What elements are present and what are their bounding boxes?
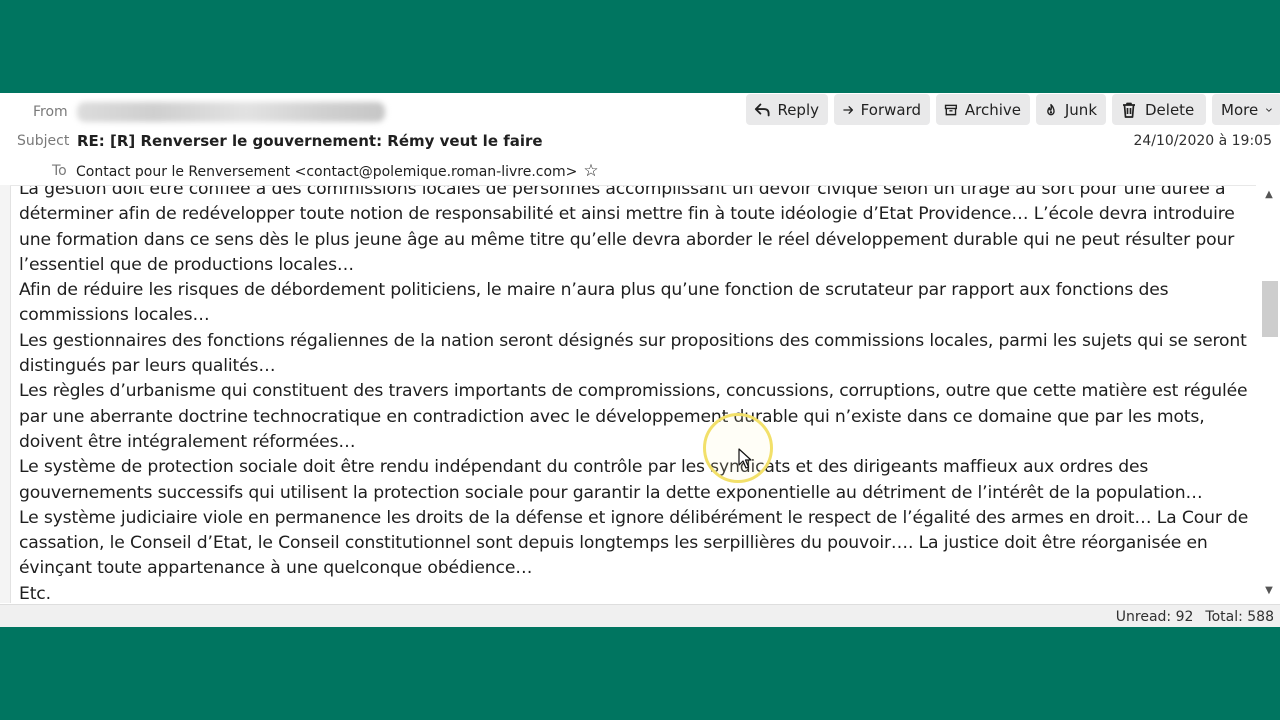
body-scrollbar[interactable]: ▲ ▼ [1259,185,1280,603]
reply-label: Reply [777,100,819,119]
archive-button[interactable]: Archive [936,94,1030,125]
to-label: To [52,163,67,179]
archive-label: Archive [964,100,1021,119]
mail-window: From Subject RE: [R] Renverser le gouver… [0,93,1280,627]
to-value: Contact pour le Renversement <contact@po… [76,163,578,180]
body-paragraph: La gestion doit être confiée à des commi… [19,185,1235,275]
from-label: From [33,104,68,120]
to-recipient[interactable]: Contact pour le Renversement <contact@po… [76,163,599,180]
junk-flame-icon [1047,103,1055,115]
message-date: 24/10/2020 à 19:05 [1133,133,1272,149]
subject-label: Subject [17,133,70,149]
from-value-redacted [77,102,385,122]
message-toolbar: Reply Forward Archive Junk Delete More [746,94,1280,126]
scroll-up-arrow-icon[interactable]: ▲ [1262,189,1276,201]
more-button[interactable]: More [1212,94,1280,125]
mouse-pointer-icon [738,448,752,469]
status-bar: Unread: 92 Total: 588 [0,604,1280,627]
message-body[interactable]: La gestion doit être confiée à des commi… [10,185,1256,604]
body-paragraph: Le système de protection sociale doit êt… [19,457,1203,503]
forward-icon [843,105,854,114]
reply-icon [754,103,770,116]
unread-count: Unread: 92 [1115,609,1194,625]
reply-button[interactable]: Reply [746,94,828,125]
forward-button[interactable]: Forward [834,94,930,125]
total-count: Total: 588 [1205,609,1274,625]
delete-label: Delete [1145,100,1195,119]
folder-counts: Unread: 92 Total: 588 [1116,609,1274,625]
message-header: From Subject RE: [R] Renverser le gouver… [0,93,1280,185]
body-paragraph: Le système judiciaire viole en permanenc… [19,507,1249,579]
body-paragraph: Les règles d’urbanisme qui constituent d… [19,381,1248,452]
delete-button[interactable]: Delete [1112,94,1206,125]
scroll-thumb[interactable] [1262,281,1278,337]
junk-label: Junk [1064,100,1097,119]
archive-icon [944,104,958,115]
body-paragraph: Les gestionnaires des fonctions régalien… [19,330,1247,377]
junk-button[interactable]: Junk [1036,94,1106,125]
more-label: More [1221,100,1259,119]
scroll-down-arrow-icon[interactable]: ▼ [1262,585,1276,597]
trash-icon [1123,102,1135,118]
body-paragraph: Afin de réduire les risques de débordeme… [19,280,1169,326]
chevron-down-icon [1266,107,1273,112]
message-body-text: La gestion doit être confiée à des commi… [19,185,1251,604]
star-icon[interactable]: ☆ [583,163,598,180]
body-paragraph: Etc. [19,583,51,604]
subject-value: RE: [R] Renverser le gouvernement: Rémy … [77,132,543,150]
forward-label: Forward [860,100,921,119]
